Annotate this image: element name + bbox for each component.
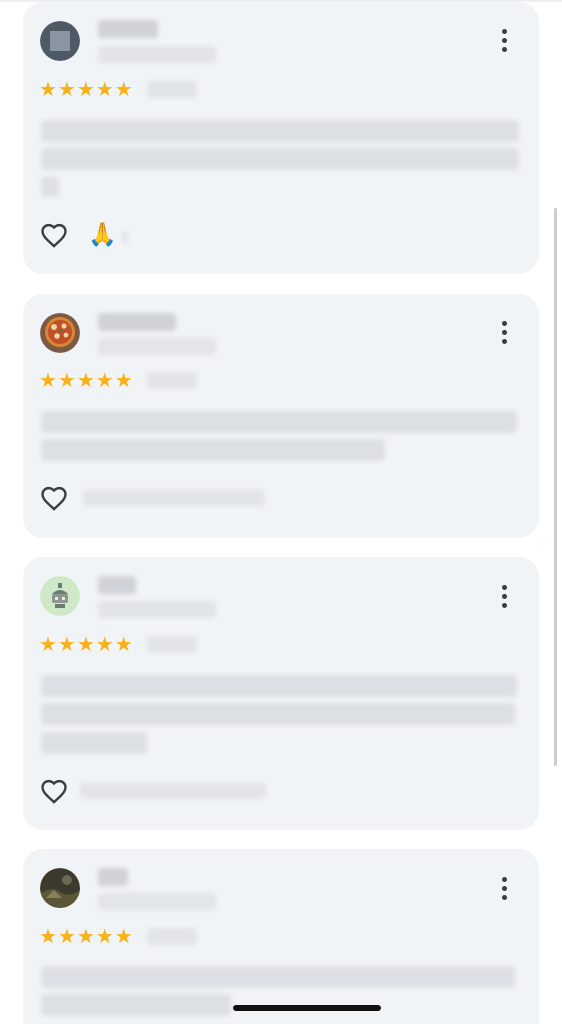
review-card: ★★★★★: [23, 849, 539, 1024]
review-meta: [98, 601, 216, 618]
more-vertical-icon: [501, 320, 507, 326]
heart-outline-icon: [41, 779, 67, 804]
review-text-line: [41, 675, 517, 697]
review-date: [147, 372, 197, 389]
like-button[interactable]: [38, 219, 70, 251]
like-button[interactable]: [38, 482, 70, 514]
review-text-line: [41, 439, 385, 461]
review-text-line: [41, 732, 147, 754]
star-rating: ★★★★★: [39, 77, 134, 101]
pizza-avatar-icon: [40, 313, 80, 353]
review-meta: [98, 46, 216, 63]
review-date: [147, 636, 197, 653]
photo-avatar-icon: [40, 868, 80, 908]
review-date: [147, 928, 197, 945]
home-indicator[interactable]: [233, 1005, 381, 1011]
reviewer-name[interactable]: [98, 576, 136, 594]
reviewer-name[interactable]: [98, 868, 128, 886]
more-vertical-icon: [501, 28, 507, 34]
review-date: [147, 81, 197, 98]
review-menu-button[interactable]: [492, 25, 516, 55]
owner-response-preview[interactable]: [83, 490, 265, 506]
reviewer-name[interactable]: [98, 313, 176, 331]
review-card: ★★★★★: [23, 557, 539, 830]
review-meta: [98, 338, 216, 355]
heart-outline-icon: [41, 223, 67, 248]
gray-square-avatar-icon: [40, 21, 80, 61]
review-text-line: [41, 994, 231, 1016]
review-card: ★★★★★ 🙏: [23, 2, 539, 274]
review-text-line: [41, 703, 515, 725]
star-rating: ★★★★★: [39, 632, 134, 656]
review-menu-button[interactable]: [492, 873, 516, 903]
avatar[interactable]: [40, 21, 80, 61]
review-card: ★★★★★: [23, 294, 539, 538]
reviewer-name[interactable]: [98, 20, 158, 38]
reviews-screen: ★★★★★ 🙏 ★★★★★ ★★★★★ ★★★★★: [0, 0, 562, 1024]
review-text-line: [41, 148, 519, 170]
review-text-line: [41, 411, 517, 433]
avatar[interactable]: [40, 868, 80, 908]
like-button[interactable]: [38, 775, 70, 807]
review-text-line: [41, 120, 519, 142]
more-vertical-icon: [501, 584, 507, 590]
review-text-line: [41, 177, 59, 197]
reaction-emoji[interactable]: 🙏: [88, 222, 117, 248]
avatar[interactable]: [40, 576, 80, 616]
scrollbar[interactable]: [554, 208, 557, 766]
star-rating: ★★★★★: [39, 368, 134, 392]
review-meta: [98, 893, 216, 910]
robot-avatar-icon: [40, 576, 80, 616]
owner-response-preview[interactable]: [80, 783, 266, 799]
review-menu-button[interactable]: [492, 317, 516, 347]
review-menu-button[interactable]: [492, 581, 516, 611]
reaction-count: [122, 230, 128, 244]
star-rating: ★★★★★: [39, 924, 134, 948]
avatar[interactable]: [40, 313, 80, 353]
review-text-line: [41, 966, 515, 988]
heart-outline-icon: [41, 486, 67, 511]
more-vertical-icon: [501, 876, 507, 882]
